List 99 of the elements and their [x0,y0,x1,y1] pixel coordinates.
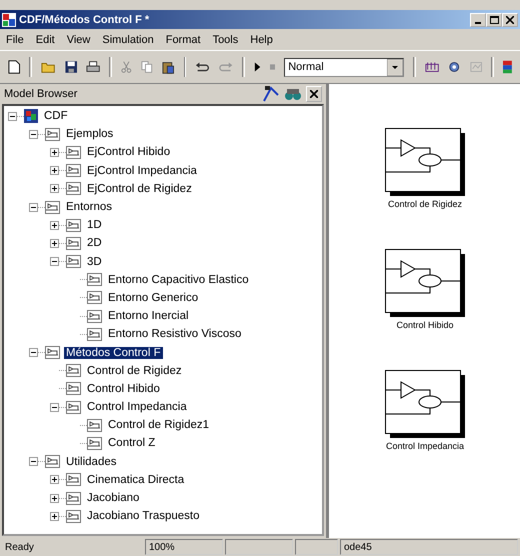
print-icon[interactable] [86,60,100,74]
app-icon [2,12,16,26]
menu-item[interactable]: View [66,34,90,46]
collapse-icon[interactable] [50,257,59,266]
subsystem-icon [66,146,81,159]
block-label: Control Impedancia [386,441,464,451]
tree-item[interactable]: Métodos Control F [64,346,163,359]
subsystem-icon [66,236,81,250]
undo-icon[interactable] [195,61,210,73]
tree-item[interactable]: Utilidades [64,456,118,468]
menu-item[interactable]: Format [166,34,201,46]
tree-item[interactable]: Control Hibido [85,382,162,395]
collapse-icon[interactable] [29,348,38,358]
expand-icon[interactable] [50,220,59,230]
subsystem-icon [66,164,81,178]
subsystem-icon [45,346,60,360]
menu-item[interactable]: File [6,34,24,46]
block-label: Control Hibido [396,320,454,330]
subsystem-icon [66,364,81,378]
tree-item[interactable]: Entorno Capacitivo Elastico [106,274,251,286]
subsystem-icon [66,492,81,505]
collapse-icon[interactable] [29,457,38,466]
expand-icon[interactable] [50,494,59,503]
solver-name: ode45 [340,539,518,555]
save-icon[interactable] [64,60,77,74]
menu-item[interactable]: Edit [36,34,55,46]
subsystem-icon [87,291,102,304]
close-button[interactable] [306,86,322,102]
subsystem-icon [66,400,81,414]
dropdown-arrow-icon [387,58,404,76]
collapse-icon[interactable] [29,202,38,212]
tree-item[interactable]: CDF [42,110,70,122]
play-icon[interactable] [254,62,261,72]
subsystem-icon [66,255,81,268]
tree-item[interactable]: Ejemplos [64,128,116,140]
panel-title: Model Browser [4,88,78,100]
subsystem-icon [66,182,81,196]
tree-item[interactable]: Jacobiano [85,492,142,504]
expand-icon[interactable] [50,475,59,484]
tree-item[interactable]: Control de Rigidez1 [106,419,212,432]
expand-icon[interactable] [50,184,59,194]
close-icon [506,16,514,24]
paste-icon[interactable] [162,60,175,74]
subsystem-icon [87,310,102,323]
expand-icon[interactable] [50,148,59,157]
subsystem-icon [66,218,81,232]
binoculars-icon[interactable] [284,86,302,102]
close-icon [310,90,318,98]
close-button[interactable] [502,12,518,26]
folder-icon[interactable] [41,60,56,74]
expand-icon[interactable] [50,512,59,521]
tree-item[interactable]: Entorno Resistivo Viscoso [106,328,244,340]
collapse-icon[interactable] [50,402,59,412]
subsystem-icon [45,128,60,141]
window-title: CDF/Métodos Control F * [19,14,150,26]
subsystem-icon [87,418,102,432]
collapse-icon[interactable] [29,130,38,139]
zoom-level: 100% [145,539,223,555]
maximize-icon [490,16,498,24]
tree-item[interactable]: Entornos [64,201,114,214]
tree-item[interactable]: Jacobiano Traspuesto [85,510,202,522]
tree-item[interactable]: EjControl Impedancia [85,164,199,177]
minimize-icon [475,22,481,24]
subsystem-icon [66,382,81,396]
model-icon [24,109,38,124]
expand-icon[interactable] [50,166,59,176]
minimize-button[interactable] [470,12,486,26]
menu-item[interactable]: Simulation [102,34,154,46]
subsystem-icon [66,473,81,486]
tree-item[interactable]: EjControl Hibido [85,146,172,158]
subsystem-icon [87,436,102,450]
subsystem-block-drawing[interactable] [385,370,465,438]
copy-icon[interactable] [140,60,154,74]
tree-item[interactable]: 2D [85,237,104,250]
tree-item[interactable]: Cinematica Directa [85,474,186,486]
subsystem-icon [66,510,81,523]
status-text: Ready [4,540,35,554]
tree-item[interactable]: EjControl de Rigidez [85,182,194,195]
subsystem-block-drawing[interactable] [385,249,465,317]
subsystem-icon [87,328,102,341]
maximize-button[interactable] [486,12,502,26]
tree-item[interactable]: Entorno Generico [106,292,200,304]
new-file-icon[interactable] [8,59,20,75]
simulation-mode-dropdown[interactable]: Normal [284,58,404,76]
tree-item[interactable]: 3D [85,256,104,268]
subsystem-icon [45,455,60,468]
expand-icon[interactable] [50,238,59,248]
subsystem-icon [45,200,60,214]
subsystem-icon [87,273,102,286]
subsystem-block-drawing[interactable] [385,128,465,196]
collapse-icon[interactable] [8,112,17,121]
tree-item[interactable]: Control Impedancia [85,401,189,414]
tree-item[interactable]: 1D [85,219,104,232]
tree-item[interactable]: Control Z [106,437,158,450]
menu-item[interactable]: Tools [212,34,238,46]
block-label: Control de Rigidez [388,199,462,209]
menu-item[interactable]: Help [250,34,273,46]
tree-item[interactable]: Control de Rigidez [85,364,184,377]
tree-item[interactable]: Entorno Inercial [106,310,191,322]
